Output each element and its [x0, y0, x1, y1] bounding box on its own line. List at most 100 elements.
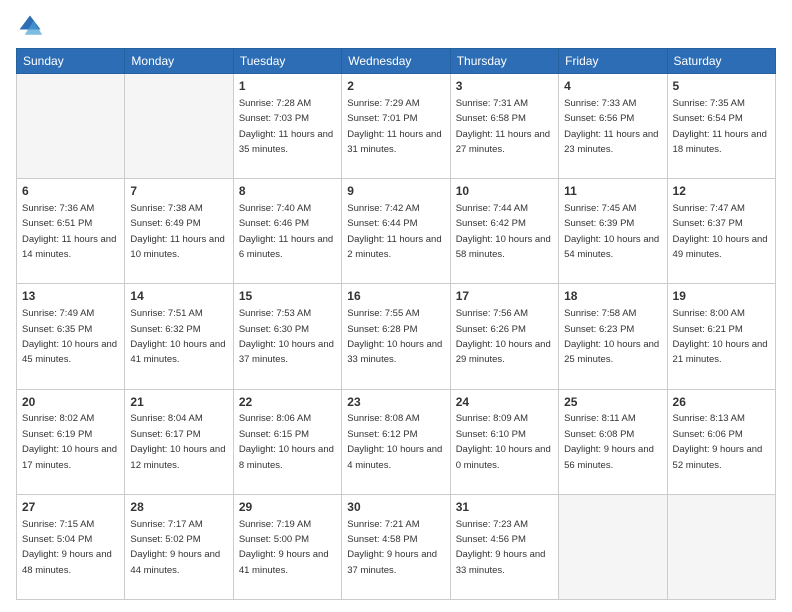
day-number: 20 — [22, 394, 119, 411]
day-number: 1 — [239, 78, 336, 95]
day-number: 22 — [239, 394, 336, 411]
day-info: Sunrise: 7:55 AMSunset: 6:28 PMDaylight:… — [347, 308, 442, 365]
calendar-week-row: 20 Sunrise: 8:02 AMSunset: 6:19 PMDaylig… — [17, 389, 776, 494]
calendar-cell: 25 Sunrise: 8:11 AMSunset: 6:08 PMDaylig… — [559, 389, 667, 494]
day-info: Sunrise: 7:19 AMSunset: 5:00 PMDaylight:… — [239, 519, 329, 576]
calendar-cell: 18 Sunrise: 7:58 AMSunset: 6:23 PMDaylig… — [559, 284, 667, 389]
calendar-cell: 9 Sunrise: 7:42 AMSunset: 6:44 PMDayligh… — [342, 179, 450, 284]
calendar-cell: 11 Sunrise: 7:45 AMSunset: 6:39 PMDaylig… — [559, 179, 667, 284]
day-info: Sunrise: 8:09 AMSunset: 6:10 PMDaylight:… — [456, 413, 551, 470]
day-number: 5 — [673, 78, 770, 95]
day-number: 25 — [564, 394, 661, 411]
calendar-cell: 31 Sunrise: 7:23 AMSunset: 4:56 PMDaylig… — [450, 494, 558, 599]
weekday-header-monday: Monday — [125, 49, 233, 74]
calendar-cell: 29 Sunrise: 7:19 AMSunset: 5:00 PMDaylig… — [233, 494, 341, 599]
calendar-cell — [125, 74, 233, 179]
day-number: 11 — [564, 183, 661, 200]
day-number: 9 — [347, 183, 444, 200]
calendar-cell: 16 Sunrise: 7:55 AMSunset: 6:28 PMDaylig… — [342, 284, 450, 389]
weekday-header-thursday: Thursday — [450, 49, 558, 74]
day-number: 29 — [239, 499, 336, 516]
day-info: Sunrise: 7:56 AMSunset: 6:26 PMDaylight:… — [456, 308, 551, 365]
calendar-cell: 28 Sunrise: 7:17 AMSunset: 5:02 PMDaylig… — [125, 494, 233, 599]
calendar-week-row: 13 Sunrise: 7:49 AMSunset: 6:35 PMDaylig… — [17, 284, 776, 389]
day-number: 3 — [456, 78, 553, 95]
day-info: Sunrise: 7:42 AMSunset: 6:44 PMDaylight:… — [347, 203, 441, 260]
day-info: Sunrise: 7:51 AMSunset: 6:32 PMDaylight:… — [130, 308, 225, 365]
weekday-header-friday: Friday — [559, 49, 667, 74]
calendar-cell: 22 Sunrise: 8:06 AMSunset: 6:15 PMDaylig… — [233, 389, 341, 494]
day-number: 15 — [239, 288, 336, 305]
day-info: Sunrise: 8:11 AMSunset: 6:08 PMDaylight:… — [564, 413, 654, 470]
day-number: 18 — [564, 288, 661, 305]
calendar-cell: 21 Sunrise: 8:04 AMSunset: 6:17 PMDaylig… — [125, 389, 233, 494]
day-info: Sunrise: 7:58 AMSunset: 6:23 PMDaylight:… — [564, 308, 659, 365]
calendar-cell: 4 Sunrise: 7:33 AMSunset: 6:56 PMDayligh… — [559, 74, 667, 179]
day-number: 14 — [130, 288, 227, 305]
calendar-week-row: 1 Sunrise: 7:28 AMSunset: 7:03 PMDayligh… — [17, 74, 776, 179]
day-number: 4 — [564, 78, 661, 95]
calendar-cell: 23 Sunrise: 8:08 AMSunset: 6:12 PMDaylig… — [342, 389, 450, 494]
day-number: 24 — [456, 394, 553, 411]
weekday-header-wednesday: Wednesday — [342, 49, 450, 74]
day-info: Sunrise: 7:45 AMSunset: 6:39 PMDaylight:… — [564, 203, 659, 260]
calendar-cell — [559, 494, 667, 599]
day-info: Sunrise: 8:06 AMSunset: 6:15 PMDaylight:… — [239, 413, 334, 470]
day-number: 7 — [130, 183, 227, 200]
calendar-cell: 15 Sunrise: 7:53 AMSunset: 6:30 PMDaylig… — [233, 284, 341, 389]
weekday-header-saturday: Saturday — [667, 49, 775, 74]
day-info: Sunrise: 7:40 AMSunset: 6:46 PMDaylight:… — [239, 203, 333, 260]
day-info: Sunrise: 7:53 AMSunset: 6:30 PMDaylight:… — [239, 308, 334, 365]
calendar-cell — [667, 494, 775, 599]
calendar-cell: 20 Sunrise: 8:02 AMSunset: 6:19 PMDaylig… — [17, 389, 125, 494]
day-info: Sunrise: 8:13 AMSunset: 6:06 PMDaylight:… — [673, 413, 763, 470]
day-info: Sunrise: 7:44 AMSunset: 6:42 PMDaylight:… — [456, 203, 551, 260]
day-number: 30 — [347, 499, 444, 516]
day-info: Sunrise: 7:31 AMSunset: 6:58 PMDaylight:… — [456, 98, 550, 155]
day-number: 21 — [130, 394, 227, 411]
calendar-cell: 13 Sunrise: 7:49 AMSunset: 6:35 PMDaylig… — [17, 284, 125, 389]
day-info: Sunrise: 7:33 AMSunset: 6:56 PMDaylight:… — [564, 98, 658, 155]
calendar-table: SundayMondayTuesdayWednesdayThursdayFrid… — [16, 48, 776, 600]
weekday-header-row: SundayMondayTuesdayWednesdayThursdayFrid… — [17, 49, 776, 74]
calendar-cell: 27 Sunrise: 7:15 AMSunset: 5:04 PMDaylig… — [17, 494, 125, 599]
header — [16, 12, 776, 40]
day-info: Sunrise: 7:17 AMSunset: 5:02 PMDaylight:… — [130, 519, 220, 576]
day-number: 10 — [456, 183, 553, 200]
day-info: Sunrise: 7:23 AMSunset: 4:56 PMDaylight:… — [456, 519, 546, 576]
day-info: Sunrise: 7:15 AMSunset: 5:04 PMDaylight:… — [22, 519, 112, 576]
calendar-cell: 24 Sunrise: 8:09 AMSunset: 6:10 PMDaylig… — [450, 389, 558, 494]
calendar-week-row: 27 Sunrise: 7:15 AMSunset: 5:04 PMDaylig… — [17, 494, 776, 599]
calendar-cell: 2 Sunrise: 7:29 AMSunset: 7:01 PMDayligh… — [342, 74, 450, 179]
day-info: Sunrise: 7:47 AMSunset: 6:37 PMDaylight:… — [673, 203, 768, 260]
day-info: Sunrise: 7:38 AMSunset: 6:49 PMDaylight:… — [130, 203, 224, 260]
day-number: 31 — [456, 499, 553, 516]
day-info: Sunrise: 8:08 AMSunset: 6:12 PMDaylight:… — [347, 413, 442, 470]
day-info: Sunrise: 7:35 AMSunset: 6:54 PMDaylight:… — [673, 98, 767, 155]
calendar-cell: 26 Sunrise: 8:13 AMSunset: 6:06 PMDaylig… — [667, 389, 775, 494]
calendar-cell: 5 Sunrise: 7:35 AMSunset: 6:54 PMDayligh… — [667, 74, 775, 179]
day-number: 12 — [673, 183, 770, 200]
calendar-week-row: 6 Sunrise: 7:36 AMSunset: 6:51 PMDayligh… — [17, 179, 776, 284]
day-info: Sunrise: 7:28 AMSunset: 7:03 PMDaylight:… — [239, 98, 333, 155]
logo-icon — [16, 12, 44, 40]
day-info: Sunrise: 7:29 AMSunset: 7:01 PMDaylight:… — [347, 98, 441, 155]
day-number: 16 — [347, 288, 444, 305]
day-info: Sunrise: 7:36 AMSunset: 6:51 PMDaylight:… — [22, 203, 116, 260]
day-number: 19 — [673, 288, 770, 305]
weekday-header-sunday: Sunday — [17, 49, 125, 74]
day-number: 13 — [22, 288, 119, 305]
day-number: 8 — [239, 183, 336, 200]
calendar-cell: 8 Sunrise: 7:40 AMSunset: 6:46 PMDayligh… — [233, 179, 341, 284]
day-info: Sunrise: 8:00 AMSunset: 6:21 PMDaylight:… — [673, 308, 768, 365]
calendar-cell: 1 Sunrise: 7:28 AMSunset: 7:03 PMDayligh… — [233, 74, 341, 179]
calendar-cell: 17 Sunrise: 7:56 AMSunset: 6:26 PMDaylig… — [450, 284, 558, 389]
day-number: 27 — [22, 499, 119, 516]
calendar-cell — [17, 74, 125, 179]
weekday-header-tuesday: Tuesday — [233, 49, 341, 74]
page: SundayMondayTuesdayWednesdayThursdayFrid… — [0, 0, 792, 612]
logo — [16, 12, 48, 40]
day-number: 17 — [456, 288, 553, 305]
day-number: 28 — [130, 499, 227, 516]
calendar-cell: 14 Sunrise: 7:51 AMSunset: 6:32 PMDaylig… — [125, 284, 233, 389]
